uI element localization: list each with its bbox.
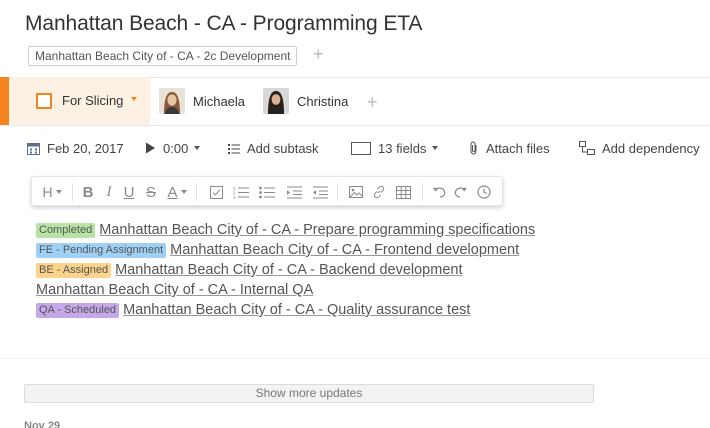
chevron-down-icon	[180, 190, 187, 194]
heading-button[interactable]: H	[41, 183, 63, 201]
avatar	[263, 88, 289, 114]
dependency-icon	[579, 141, 595, 155]
attach-files-button[interactable]: Attach files	[469, 139, 550, 157]
checklist-button[interactable]	[208, 183, 224, 201]
custom-fields-button[interactable]: 13 fields	[351, 139, 439, 157]
undo-icon	[433, 187, 446, 198]
add-dependency-label: Add dependency	[602, 140, 700, 156]
time-label: 0:00	[163, 140, 189, 156]
numbered-list-button[interactable]: 123	[232, 183, 250, 201]
bullet-list-icon	[259, 186, 275, 198]
time-tracker-button[interactable]: 0:00	[145, 139, 201, 157]
clock-icon	[477, 185, 491, 199]
chevron-down-icon	[194, 146, 201, 150]
list-icon	[228, 143, 240, 154]
undo-button[interactable]	[431, 183, 447, 201]
insert-link-button[interactable]	[371, 183, 387, 201]
add-subtask-label: Add subtask	[247, 140, 319, 156]
assignee-name: Christina	[297, 93, 349, 109]
assignee-christina[interactable]: Christina	[263, 88, 348, 114]
subtask-row: QA - Scheduled Manhattan Beach City of -…	[36, 300, 535, 320]
date-header: Nov 29	[24, 420, 61, 428]
play-icon	[146, 142, 155, 154]
redo-button[interactable]	[453, 183, 469, 201]
avatar	[159, 88, 185, 114]
subtask-link[interactable]: Manhattan Beach City of - CA - Backend d…	[115, 262, 462, 278]
history-button[interactable]	[476, 183, 492, 201]
task-title[interactable]: Manhattan Beach - CA - Programming ETA	[25, 12, 422, 36]
subtask-link[interactable]: Manhattan Beach City of - CA - Prepare p…	[99, 222, 535, 238]
chevron-down-icon	[55, 190, 62, 194]
status-dropdown[interactable]: For Slicing	[0, 77, 150, 125]
subtask-row: Completed Manhattan Beach City of - CA -…	[36, 220, 535, 240]
status-label: For Slicing	[62, 93, 124, 108]
subtask-row: Manhattan Beach City of - CA - Internal …	[36, 280, 535, 300]
italic-button[interactable]: I	[102, 183, 116, 201]
indent-icon	[286, 186, 302, 198]
subtask-link[interactable]: Manhattan Beach City of - CA - Quality a…	[123, 302, 470, 318]
bold-button[interactable]: B	[81, 183, 95, 201]
separator	[422, 183, 423, 201]
status-badge: FE - Pending Assignment	[36, 242, 167, 258]
heading-label: H	[42, 184, 53, 200]
strikethrough-button[interactable]: S	[144, 183, 158, 201]
subtask-list: Completed Manhattan Beach City of - CA -…	[36, 220, 535, 320]
link-icon	[373, 185, 385, 199]
assignee-name: Michaela	[193, 93, 246, 109]
subtask-row: FE - Pending Assignment Manhattan Beach …	[36, 240, 535, 260]
separator	[337, 183, 338, 201]
attach-files-label: Attach files	[486, 140, 550, 156]
add-dependency-button[interactable]: Add dependency	[579, 139, 700, 157]
paperclip-icon	[470, 141, 477, 155]
insert-table-button[interactable]	[394, 183, 412, 201]
checkbox-icon	[209, 185, 223, 199]
text-color-button[interactable]: A	[165, 183, 189, 201]
due-date-button[interactable]: Feb 20, 2017	[27, 139, 124, 157]
editor-toolbar: H B I U S A 123	[31, 176, 503, 206]
text-color-label: A	[167, 183, 178, 201]
due-date-label: Feb 20, 2017	[47, 140, 124, 156]
subtask-link[interactable]: Manhattan Beach City of - CA - Internal …	[36, 282, 313, 298]
chevron-down-icon	[432, 146, 439, 150]
table-icon	[395, 185, 411, 199]
status-badge: Completed	[36, 222, 96, 238]
outdent-button[interactable]	[311, 183, 329, 201]
fields-label: 13 fields	[378, 140, 427, 156]
insert-image-button[interactable]	[348, 183, 364, 201]
status-badge: QA - Scheduled	[36, 302, 120, 318]
redo-icon	[454, 187, 467, 198]
calendar-icon	[27, 142, 40, 155]
assignee-michaela[interactable]: Michaela	[159, 88, 245, 114]
subtask-link[interactable]: Manhattan Beach City of - CA - Frontend …	[170, 242, 519, 258]
indent-button[interactable]	[285, 183, 303, 201]
status-checkbox[interactable]	[36, 93, 52, 109]
show-more-updates-button[interactable]: Show more updates	[24, 384, 594, 403]
status-badge: BE - Assigned	[36, 262, 112, 278]
bullet-list-button[interactable]	[258, 183, 276, 201]
outdent-icon	[312, 186, 328, 198]
image-icon	[349, 186, 363, 198]
divider	[0, 358, 710, 359]
divider	[0, 125, 710, 126]
separator	[72, 183, 73, 201]
status-accent-bar	[0, 77, 9, 125]
underline-button[interactable]: U	[122, 183, 136, 201]
folder-tag[interactable]: Manhattan Beach City of - CA - 2c Develo…	[28, 46, 298, 66]
add-subtask-button[interactable]: Add subtask	[228, 139, 319, 157]
numbered-list-icon: 123	[233, 186, 249, 199]
chevron-down-icon	[131, 97, 137, 101]
separator	[196, 183, 197, 201]
svg-text:3: 3	[233, 195, 236, 199]
add-folder-button[interactable]: +	[313, 44, 324, 64]
subtask-row: BE - Assigned Manhattan Beach City of - …	[36, 260, 535, 280]
fields-icon	[351, 141, 371, 155]
add-assignee-button[interactable]: +	[367, 92, 378, 112]
